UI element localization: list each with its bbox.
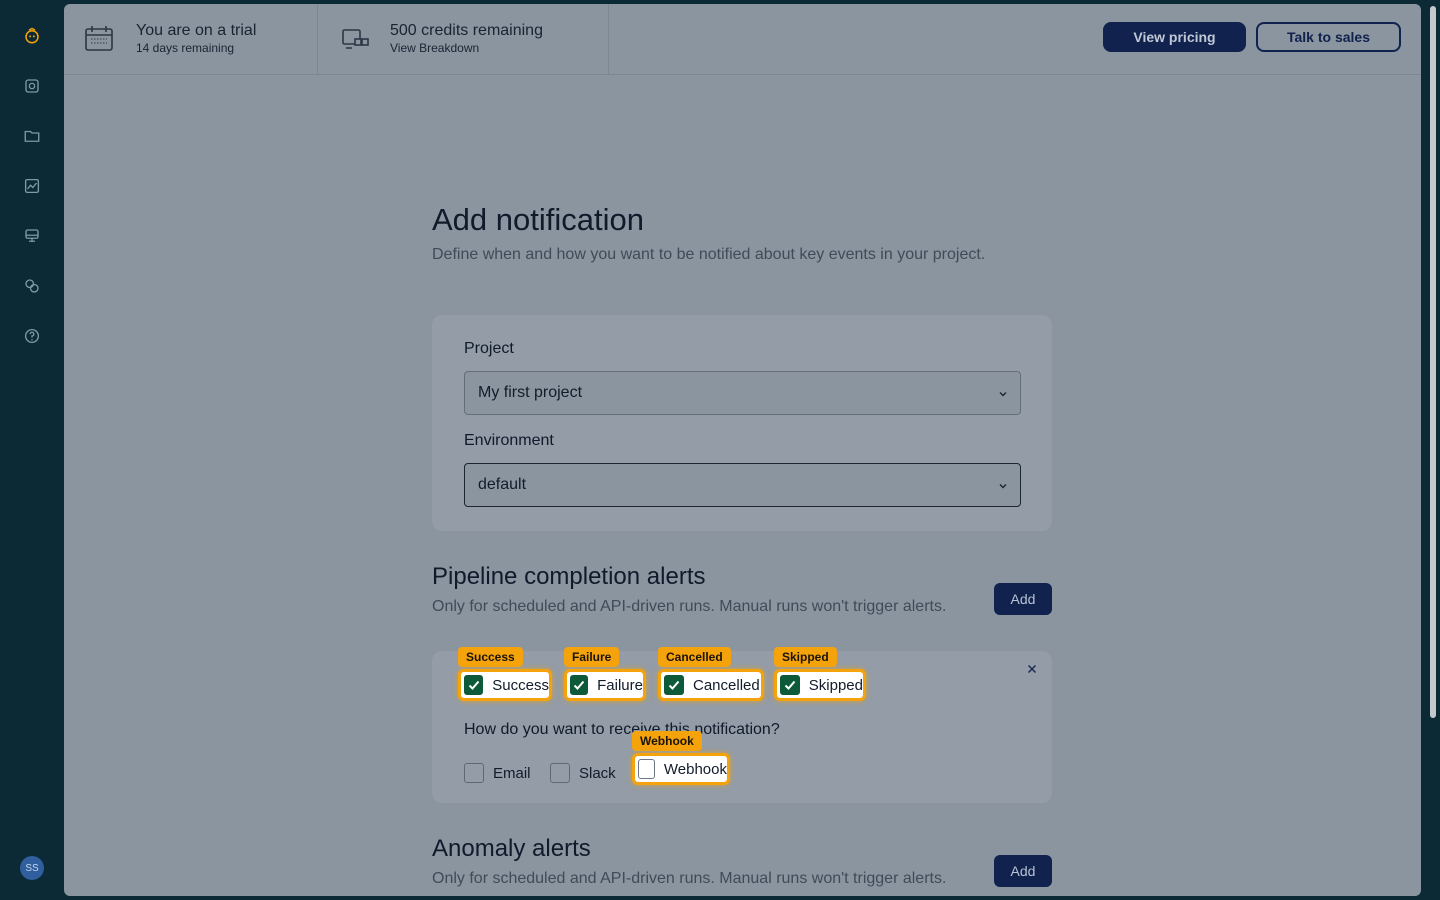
webhook-label: Webhook: [663, 760, 727, 778]
anomaly-alerts-subtitle: Only for scheduled and API-driven runs. …: [432, 870, 947, 887]
project-select[interactable]: My first project: [464, 371, 1021, 415]
skipped-tag: Skipped: [774, 647, 837, 667]
calendar-icon: [85, 26, 113, 51]
failure-tag: Failure: [564, 647, 620, 667]
success-label: Success: [492, 676, 549, 694]
chart-icon[interactable]: [22, 176, 42, 196]
check-icon: [664, 675, 684, 695]
anomaly-alerts-title: Anomaly alerts: [432, 835, 591, 862]
trial-days-remaining: 14 days remaining: [136, 41, 235, 55]
cancelled-checkbox[interactable]: Cancelled: [658, 669, 764, 701]
page-title: Add notification: [432, 202, 644, 237]
environment-value: default: [478, 476, 527, 493]
credits-title: 500 credits remaining: [390, 22, 543, 39]
project-label: Project: [464, 340, 514, 357]
view-pricing-button[interactable]: View pricing: [1103, 22, 1246, 52]
server-icon[interactable]: [22, 226, 42, 246]
scrollbar[interactable]: [1428, 4, 1438, 896]
email-checkbox-box: [464, 763, 484, 783]
slack-label: Slack: [579, 764, 616, 782]
check-icon: [780, 675, 800, 695]
webhook-checkbox[interactable]: Webhook: [632, 753, 730, 785]
pipeline-alerts-title: Pipeline completion alerts: [432, 563, 706, 590]
success-checkbox[interactable]: Success: [458, 669, 552, 701]
chevron-down-icon: [999, 484, 1007, 489]
webhook-checkbox-box: [638, 759, 655, 779]
logo-icon[interactable]: [22, 26, 42, 46]
pipeline-alerts-subtitle: Only for scheduled and API-driven runs. …: [432, 598, 947, 615]
skipped-label: Skipped: [808, 676, 863, 694]
scan-icon[interactable]: [22, 76, 42, 96]
trial-title: You are on a trial: [136, 22, 257, 39]
scrollbar-thumb[interactable]: [1430, 6, 1436, 718]
failure-label: Failure: [597, 676, 643, 694]
email-label: Email: [493, 764, 531, 782]
project-value: My first project: [478, 384, 583, 401]
view-breakdown-link[interactable]: View Breakdown: [390, 41, 479, 55]
main-panel: You are on a trial 14 days remaining 500…: [64, 4, 1421, 896]
credits-icon: [342, 29, 369, 49]
add-pipeline-alert-button[interactable]: Add: [994, 583, 1052, 615]
skipped-checkbox[interactable]: Skipped: [774, 669, 866, 701]
folder-icon[interactable]: [22, 126, 42, 146]
sidebar: SS: [0, 0, 64, 900]
project-card: Project My first project Environment def…: [432, 315, 1052, 531]
delivery-question: How do you want to receive this notifica…: [464, 721, 780, 738]
chevron-down-icon: [999, 392, 1007, 397]
close-icon[interactable]: [1026, 663, 1038, 675]
integrations-icon[interactable]: [22, 276, 42, 296]
environment-select[interactable]: default: [464, 463, 1021, 507]
environment-label: Environment: [464, 432, 554, 449]
webhook-tag: Webhook: [632, 731, 702, 751]
check-icon: [464, 675, 484, 695]
success-tag: Success: [458, 647, 523, 667]
add-anomaly-alert-button[interactable]: Add: [994, 855, 1052, 887]
top-bar: You are on a trial 14 days remaining 500…: [64, 4, 1421, 75]
slack-checkbox[interactable]: Slack: [550, 757, 616, 789]
page-subtitle: Define when and how you want to be notif…: [432, 246, 986, 263]
failure-checkbox[interactable]: Failure: [564, 669, 646, 701]
pipeline-alert-card: Success Success Failure Failure Cancelle…: [432, 647, 1052, 803]
email-checkbox[interactable]: Email: [464, 757, 531, 789]
credits-status: 500 credits remaining View Breakdown: [318, 4, 609, 74]
help-icon[interactable]: [22, 326, 42, 346]
slack-checkbox-box: [550, 763, 570, 783]
trial-status: You are on a trial 14 days remaining: [64, 4, 318, 74]
avatar[interactable]: SS: [20, 856, 44, 880]
cancelled-label: Cancelled: [693, 676, 760, 694]
cancelled-tag: Cancelled: [658, 647, 731, 667]
check-icon: [570, 675, 589, 695]
talk-to-sales-button[interactable]: Talk to sales: [1256, 22, 1401, 52]
